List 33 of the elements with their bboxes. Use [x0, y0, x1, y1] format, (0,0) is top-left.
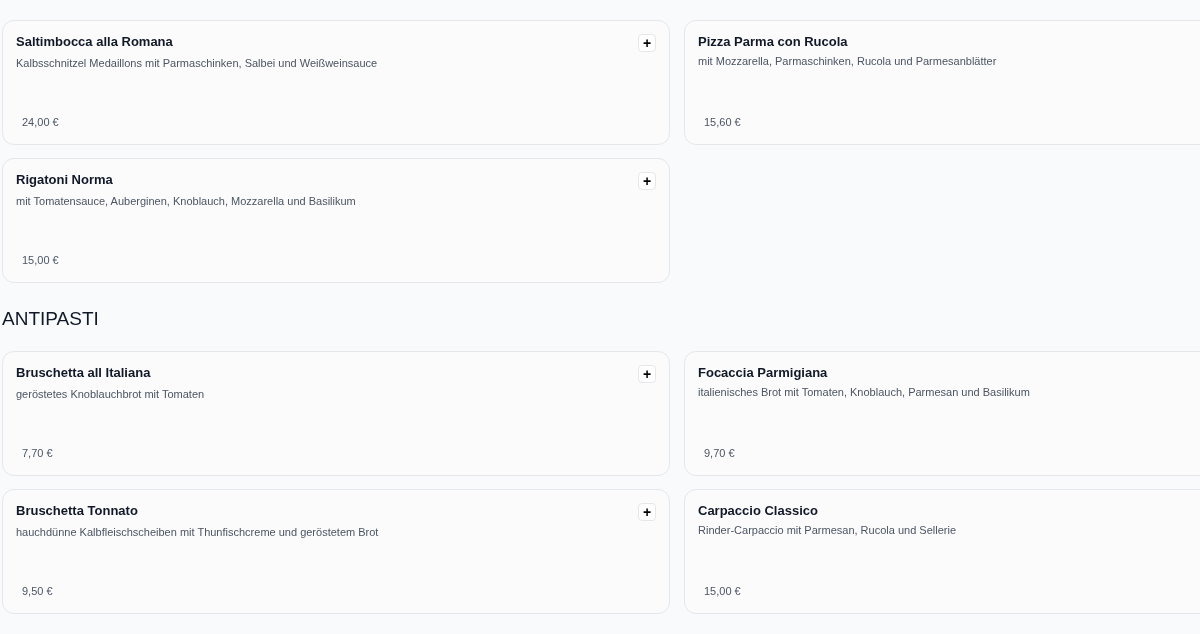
- item-price: 24,00 €: [22, 114, 59, 130]
- menu-item-card[interactable]: Rigatoni Norma + mit Tomatensauce, Auberginen, Knoblauch, Mozzarella und Basilikum 15,00 €: [2, 158, 670, 283]
- item-name: Focaccia Parmigiana: [698, 365, 828, 381]
- menu-item-card[interactable]: Focaccia Parmigiana italienisches Brot mit Tomaten, Knoblauch, Parmesan und Basilikum 9,70 €: [684, 351, 1200, 476]
- item-name: Rigatoni Norma: [16, 172, 113, 188]
- item-description: Kalbsschnitzel Medaillons mit Parmaschinken, Salbei und Weißweinsauce: [16, 56, 378, 70]
- item-price: 15,00 €: [22, 252, 59, 268]
- item-price: 15,60 €: [704, 114, 741, 130]
- item-name: Bruschetta Tonnato: [16, 503, 138, 519]
- menu-item-card[interactable]: Pizza Parma con Rucola mit Mozzarella, Parmaschinken, Rucola und Parmesanblätter 15,60 €: [684, 20, 1200, 145]
- item-description: mit Mozzarella, Parmaschinken, Rucola und Parmesanblätter: [698, 54, 997, 68]
- item-description: Rinder-Carpaccio mit Parmesan, Rucola und Sellerie: [698, 523, 956, 537]
- item-name: Carpaccio Classico: [698, 503, 818, 519]
- item-description: mit Tomatensauce, Auberginen, Knoblauch, Mozzarella und Basilikum: [16, 194, 356, 208]
- item-price: 9,70 €: [704, 445, 735, 461]
- item-price: 15,00 €: [704, 583, 741, 599]
- menu-item-card[interactable]: Bruschetta all Italiana + geröstetes Knoblauchbrot mit Tomaten 7,70 €: [2, 351, 670, 476]
- section-heading: ANTIPASTI: [2, 307, 99, 331]
- item-name: Bruschetta all Italiana: [16, 365, 151, 381]
- item-price: 9,50 €: [22, 583, 53, 599]
- item-description: geröstetes Knoblauchbrot mit Tomaten: [16, 387, 205, 401]
- item-description: hauchdünne Kalbfleischscheiben mit Thunfischcreme und geröstetem Brot: [16, 525, 379, 539]
- item-price: 7,70 €: [22, 445, 53, 461]
- add-button[interactable]: +: [638, 503, 656, 521]
- add-button[interactable]: +: [638, 365, 656, 383]
- item-name: Pizza Parma con Rucola: [698, 34, 848, 50]
- add-button[interactable]: +: [638, 34, 656, 52]
- menu-item-card[interactable]: Bruschetta Tonnato + hauchdünne Kalbfleischscheiben mit Thunfischcreme und geröstetem Brot 9,50 €: [2, 489, 670, 614]
- item-description: italienisches Brot mit Tomaten, Knoblauch, Parmesan und Basilikum: [698, 385, 1030, 399]
- menu-item-card[interactable]: Carpaccio Classico Rinder-Carpaccio mit Parmesan, Rucola und Sellerie 15,00 €: [684, 489, 1200, 614]
- add-button[interactable]: +: [638, 172, 656, 190]
- menu-item-card[interactable]: Saltimbocca alla Romana + Kalbsschnitzel Medaillons mit Parmaschinken, Salbei und Weißweinsauce 24,00 €: [2, 20, 670, 145]
- item-name: Saltimbocca alla Romana: [16, 34, 173, 50]
